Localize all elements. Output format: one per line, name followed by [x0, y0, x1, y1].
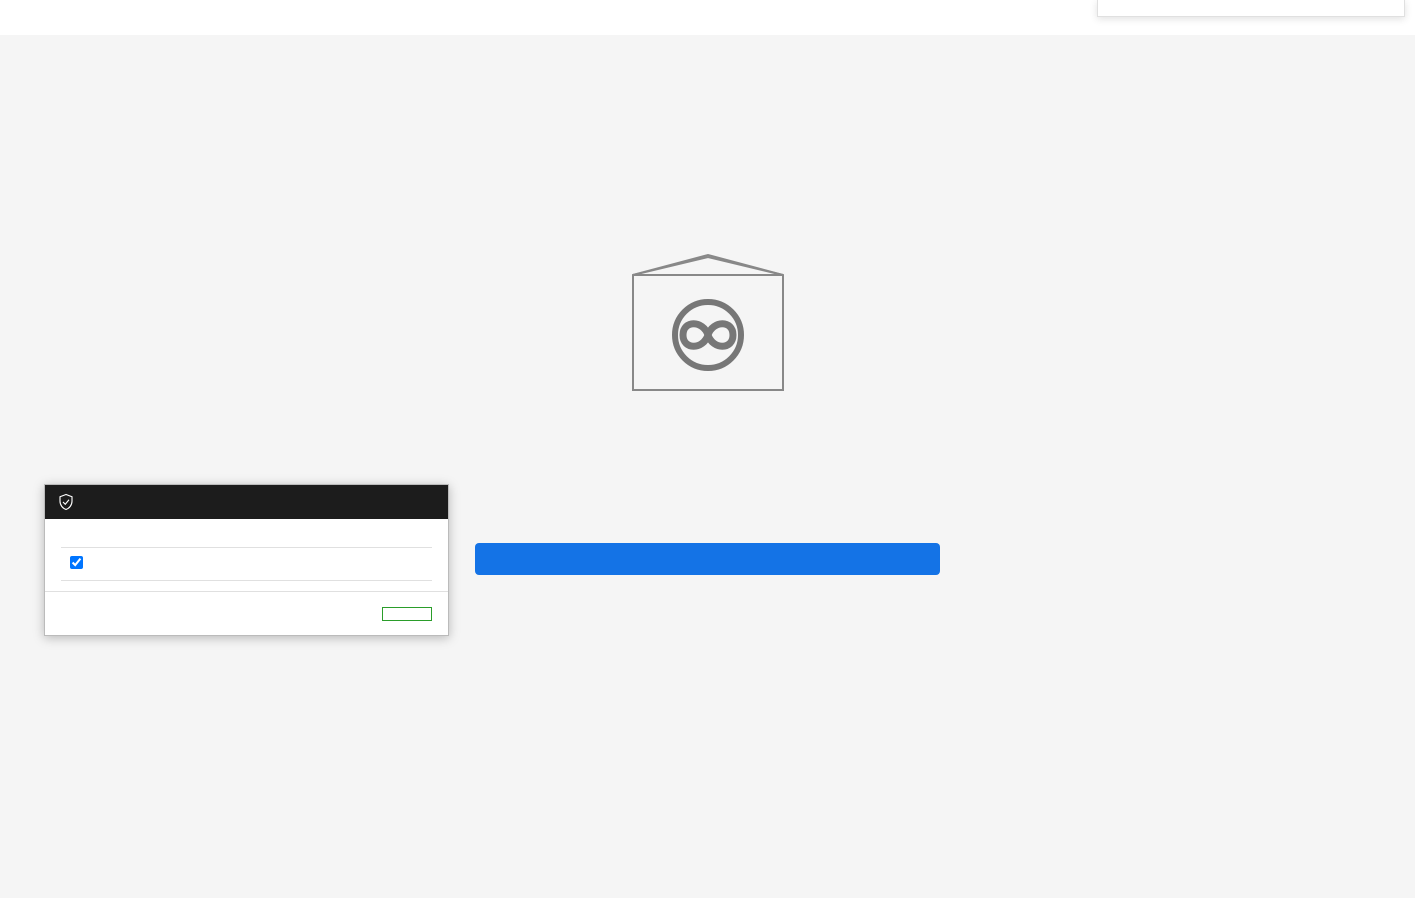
av-col-check: [61, 548, 91, 581]
av-footer: [45, 591, 448, 635]
os-version-banner: [475, 543, 940, 575]
av-header: [45, 485, 448, 519]
av-detection-table: [61, 547, 432, 581]
av-body: [45, 519, 448, 591]
shield-icon: [57, 493, 75, 511]
antivirus-popup: [44, 484, 449, 636]
downloads-panel: [1097, 0, 1405, 17]
av-col-path: [205, 548, 319, 581]
av-cure-button[interactable]: [382, 607, 432, 621]
download-help-line: [706, 455, 710, 473]
av-select-all-checkbox[interactable]: [70, 556, 83, 569]
installer-box-illustration: [623, 245, 793, 400]
av-col-status: [318, 548, 432, 581]
av-col-malware: [91, 548, 205, 581]
